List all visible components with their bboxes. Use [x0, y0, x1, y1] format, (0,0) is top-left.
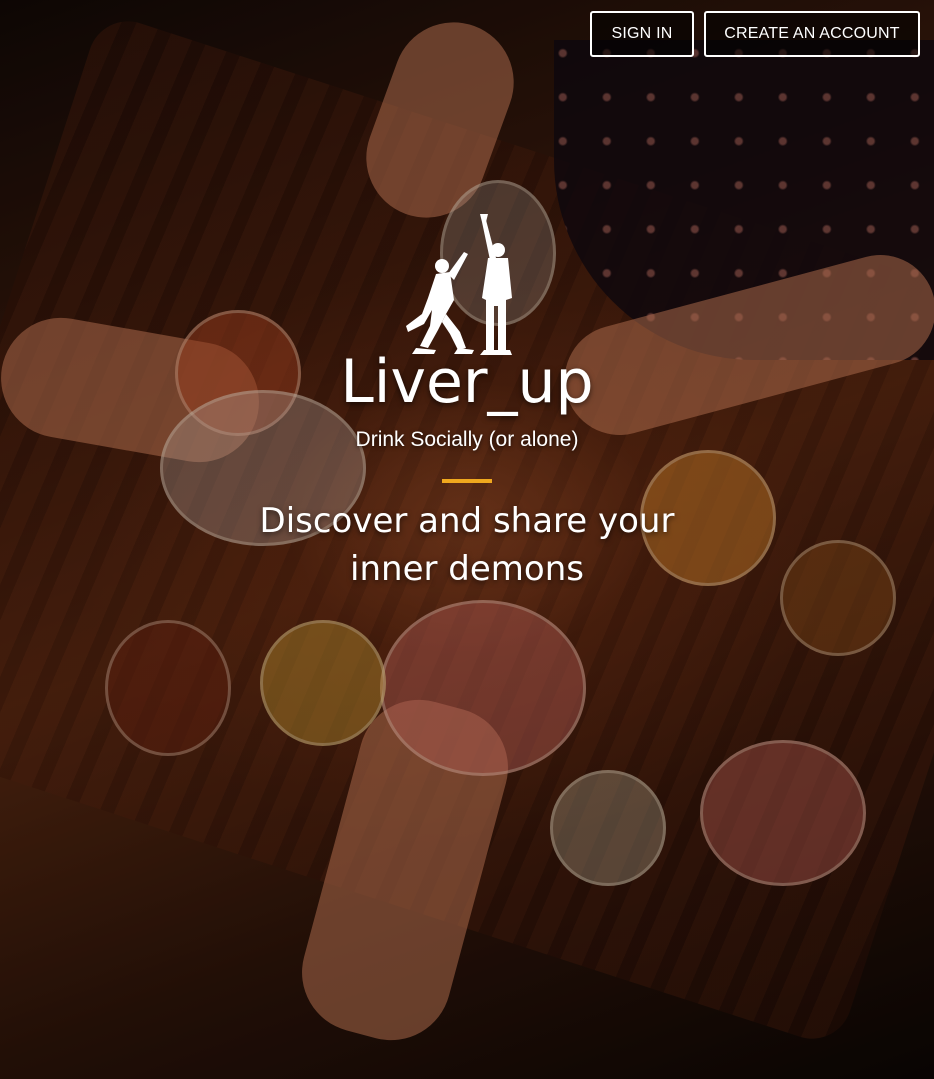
hero-section: Liver_up Drink Socially (or alone) Disco…	[0, 214, 934, 593]
brand-name: Liver_up	[340, 347, 594, 417]
sign-in-button[interactable]: SIGN IN	[590, 11, 694, 57]
accent-divider	[442, 479, 492, 483]
create-account-button[interactable]: CREATE AN ACCOUNT	[704, 11, 920, 57]
headline: Discover and share your inner demons	[259, 501, 675, 589]
top-nav: SIGN IN CREATE AN ACCOUNT	[590, 11, 920, 57]
tagline: Drink Socially (or alone)	[355, 428, 579, 451]
toasting-men-logo-icon	[406, 214, 512, 355]
